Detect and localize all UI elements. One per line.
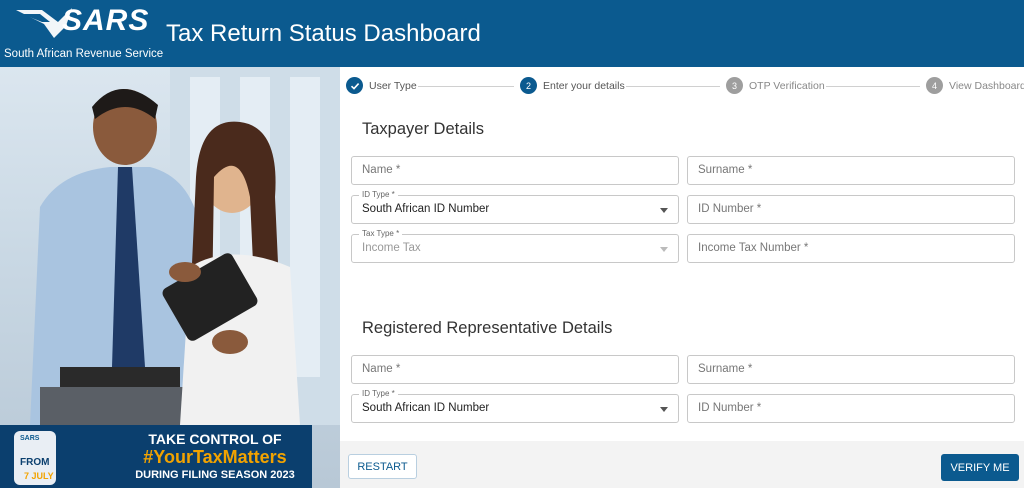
sars-logo[interactable]: SARS South African Revenue Service bbox=[4, 4, 163, 64]
income-tax-number-input[interactable]: Income Tax Number * bbox=[687, 234, 1015, 263]
representative-details-title: Registered Representative Details bbox=[362, 319, 613, 337]
page: SARS South African Revenue Service Tax R… bbox=[0, 0, 1024, 488]
banner-subline: DURING FILING SEASON 2023 bbox=[135, 469, 295, 481]
chevron-down-icon bbox=[660, 407, 668, 412]
step-number: 3 bbox=[726, 77, 743, 94]
taxpayer-id-number-input[interactable]: ID Number * bbox=[687, 195, 1015, 224]
banner-headline: TAKE CONTROL OF bbox=[148, 431, 282, 447]
step-otp-verification[interactable]: 3 OTP Verification bbox=[726, 77, 825, 94]
verify-me-button[interactable]: VERIFY ME bbox=[941, 454, 1019, 481]
representative-id-type-select[interactable]: ID Type * South African ID Number bbox=[351, 389, 679, 423]
id-type-label: ID Type * bbox=[359, 389, 398, 398]
filing-season-banner[interactable]: SARS FROM 7 JULY TAKE CONTROL OF #YourTa… bbox=[0, 425, 312, 488]
representative-details-card: Registered Representative Details Name *… bbox=[340, 295, 1024, 441]
page-title: Tax Return Status Dashboard bbox=[166, 20, 481, 47]
banner-hashtag: #YourTaxMatters bbox=[143, 447, 287, 467]
phone-graphic: SARS FROM 7 JULY bbox=[14, 431, 56, 485]
id-type-value: South African ID Number bbox=[362, 203, 490, 215]
hero-image: SARS FROM 7 JULY TAKE CONTROL OF #YourTa… bbox=[0, 67, 340, 488]
name-placeholder: Name * bbox=[362, 164, 401, 176]
id-type-value: South African ID Number bbox=[362, 402, 490, 414]
step-label: Enter your details bbox=[543, 79, 625, 92]
id-number-placeholder: ID Number * bbox=[698, 203, 762, 215]
step-label: View Dashboard bbox=[949, 79, 1024, 92]
id-number-placeholder: ID Number * bbox=[698, 402, 762, 414]
banner-from: FROM bbox=[20, 457, 50, 468]
taxpayer-tax-type-select[interactable]: Tax Type * Income Tax bbox=[351, 229, 679, 263]
step-connector bbox=[826, 86, 920, 87]
taxpayer-name-input[interactable]: Name * bbox=[351, 156, 679, 185]
restart-button[interactable]: RESTART bbox=[348, 454, 417, 479]
step-user-type[interactable]: User Type bbox=[346, 77, 417, 94]
name-placeholder: Name * bbox=[362, 363, 401, 375]
taxpayer-details-card: Taxpayer Details Name * Surname * ID Typ… bbox=[340, 103, 1024, 317]
tax-type-label: Tax Type * bbox=[359, 229, 403, 238]
step-enter-details[interactable]: 2 Enter your details bbox=[520, 77, 625, 94]
progress-stepper: User Type 2 Enter your details 3 OTP Ver… bbox=[340, 67, 1024, 103]
phone-logo: SARS bbox=[20, 435, 40, 442]
logo-subtitle: South African Revenue Service bbox=[4, 48, 164, 60]
chevron-down-icon bbox=[660, 208, 668, 213]
income-tax-number-placeholder: Income Tax Number * bbox=[698, 242, 809, 254]
taxpayer-surname-input[interactable]: Surname * bbox=[687, 156, 1015, 185]
banner-date: 7 JULY bbox=[24, 471, 54, 481]
form-area: User Type 2 Enter your details 3 OTP Ver… bbox=[340, 67, 1024, 488]
taxpayer-id-type-select[interactable]: ID Type * South African ID Number bbox=[351, 190, 679, 224]
step-view-dashboard[interactable]: 4 View Dashboard bbox=[926, 77, 1024, 94]
hero-people-illustration bbox=[30, 67, 340, 425]
id-type-label: ID Type * bbox=[359, 190, 398, 199]
step-label: OTP Verification bbox=[749, 79, 825, 92]
taxpayer-details-title: Taxpayer Details bbox=[362, 120, 484, 138]
tax-type-value: Income Tax bbox=[362, 242, 421, 254]
representative-name-input[interactable]: Name * bbox=[351, 355, 679, 384]
representative-surname-input[interactable]: Surname * bbox=[687, 355, 1015, 384]
surname-placeholder: Surname * bbox=[698, 363, 753, 375]
logo-wordmark: SARS bbox=[62, 4, 150, 37]
check-icon bbox=[346, 77, 363, 94]
chevron-down-icon bbox=[660, 247, 668, 252]
step-connector bbox=[418, 86, 514, 87]
surname-placeholder: Surname * bbox=[698, 164, 753, 176]
step-number: 2 bbox=[520, 77, 537, 94]
step-number: 4 bbox=[926, 77, 943, 94]
app-header: SARS South African Revenue Service Tax R… bbox=[0, 0, 1024, 67]
representative-id-number-input[interactable]: ID Number * bbox=[687, 394, 1015, 423]
step-label: User Type bbox=[369, 79, 417, 92]
step-connector bbox=[626, 86, 720, 87]
